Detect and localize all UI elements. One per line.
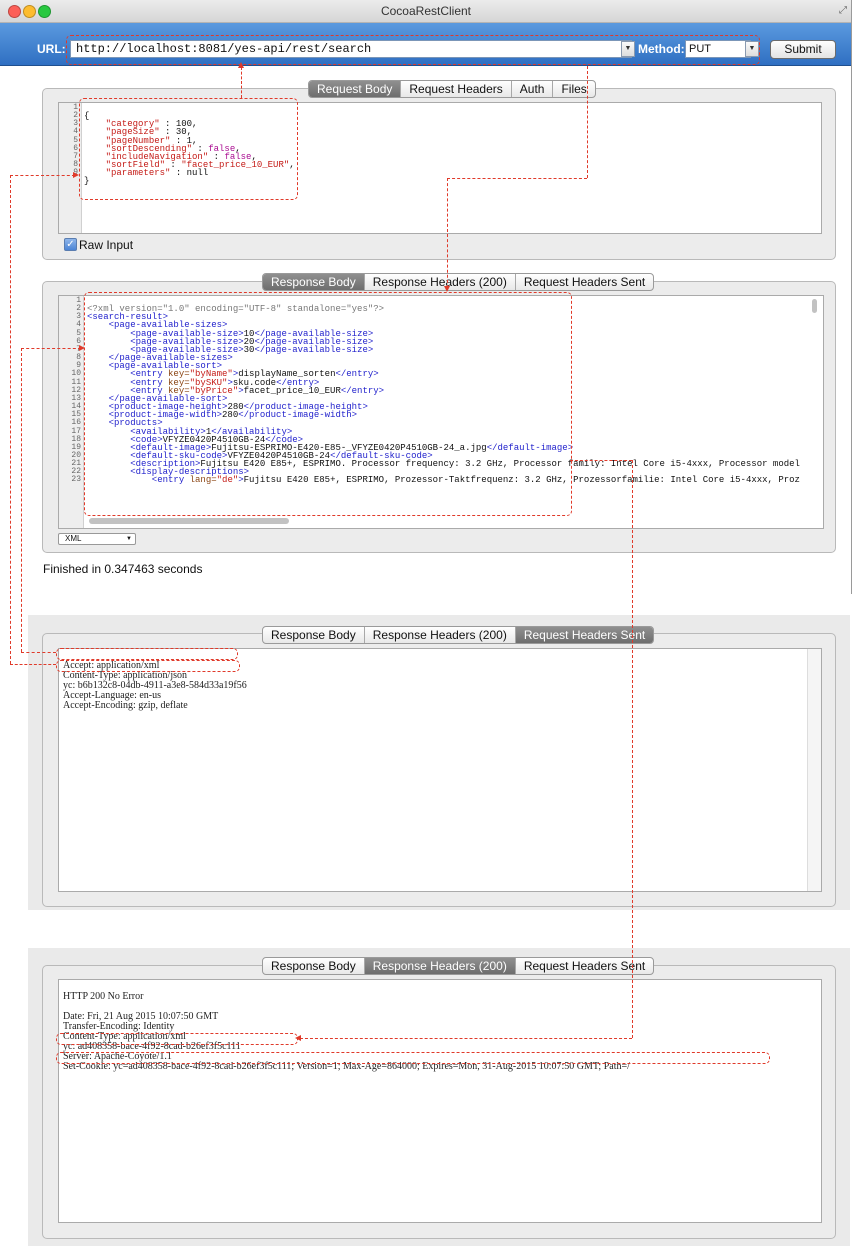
response-cookie-highlight: [56, 1052, 770, 1064]
connector-line: [587, 66, 588, 178]
format-select-value: XML: [65, 534, 82, 543]
arrow-up-icon: [238, 62, 244, 68]
connector-line: [21, 652, 56, 653]
connector-line: [447, 178, 448, 288]
fullscreen-icon[interactable]: ⤢: [839, 5, 847, 16]
response-headers-text[interactable]: HTTP 200 No Error​Date: Fri, 21 Aug 2015…: [58, 979, 822, 1223]
arrow-right-icon: [79, 345, 85, 351]
vertical-scrollbar[interactable]: [812, 299, 817, 313]
request-line-numbers: 123 456 789: [73, 103, 78, 178]
connector-line: [10, 175, 11, 664]
sent-content-type-highlight: [56, 660, 240, 672]
window-edge: [851, 0, 852, 594]
submit-button[interactable]: Submit: [770, 40, 836, 59]
arrow-right-icon: [73, 172, 79, 178]
connector-line: [632, 460, 633, 1038]
connector-line: [10, 175, 75, 176]
arrow-down-icon: [444, 286, 450, 292]
response-line-numbers: 1234 5678 9 10 11 12 13 14 15 16 17 18 19 20 21 22…: [71, 296, 81, 485]
tab-response-body[interactable]: Response Body: [263, 274, 365, 290]
connector-line: [300, 1038, 632, 1039]
tab-request-body[interactable]: Request Body: [309, 81, 402, 97]
connector-line: [241, 67, 242, 98]
arrow-left-icon: [295, 1035, 301, 1041]
vertical-scrollbar-track[interactable]: [807, 649, 821, 891]
tab-response-body[interactable]: Response Body: [263, 958, 365, 974]
tab-response-headers[interactable]: Response Headers (200): [365, 627, 516, 643]
request-headers-sent-text[interactable]: Accept: application/xml Content-Type: app…: [58, 648, 822, 892]
tab-request-headers[interactable]: Request Headers: [401, 81, 512, 97]
window-title: CocoaRestClient: [380, 4, 472, 18]
tab-auth[interactable]: Auth: [512, 81, 554, 97]
format-select[interactable]: XML ▼: [58, 533, 136, 545]
tab-response-headers[interactable]: Response Headers (200): [365, 274, 516, 290]
raw-input-checkbox[interactable]: ✓: [64, 238, 77, 251]
connector-line: [570, 460, 632, 461]
sent-panel-tabs: Response Body Response Headers (200) Req…: [262, 626, 655, 644]
connector-line: [10, 664, 56, 665]
request-body-highlight: [79, 98, 298, 200]
response-body-highlight: [84, 292, 572, 516]
url-label: URL:: [37, 42, 66, 56]
response-yc-highlight: [56, 1033, 298, 1045]
connector-line: [447, 178, 587, 179]
status-text: Finished in 0.347463 seconds: [43, 562, 203, 576]
connector-line: [21, 348, 81, 349]
sent-accept-highlight: [56, 648, 238, 660]
connector-line: [21, 348, 22, 652]
request-tabs: Request Body Request Headers Auth Files: [308, 80, 596, 98]
chevron-down-icon: ▼: [126, 536, 132, 542]
response-tabs: Response Body Response Headers (200) Req…: [262, 273, 655, 291]
tab-response-body[interactable]: Response Body: [263, 627, 365, 643]
tab-files[interactable]: Files: [553, 81, 594, 97]
horizontal-scrollbar[interactable]: [89, 518, 289, 524]
raw-input-label: Raw Input: [79, 238, 134, 252]
url-highlight: [66, 35, 760, 65]
tab-response-headers[interactable]: Response Headers (200): [364, 958, 516, 974]
tab-request-headers-sent[interactable]: Request Headers Sent: [516, 274, 653, 290]
headers-panel-tabs: Response Body Response Headers (200) Req…: [262, 957, 655, 975]
